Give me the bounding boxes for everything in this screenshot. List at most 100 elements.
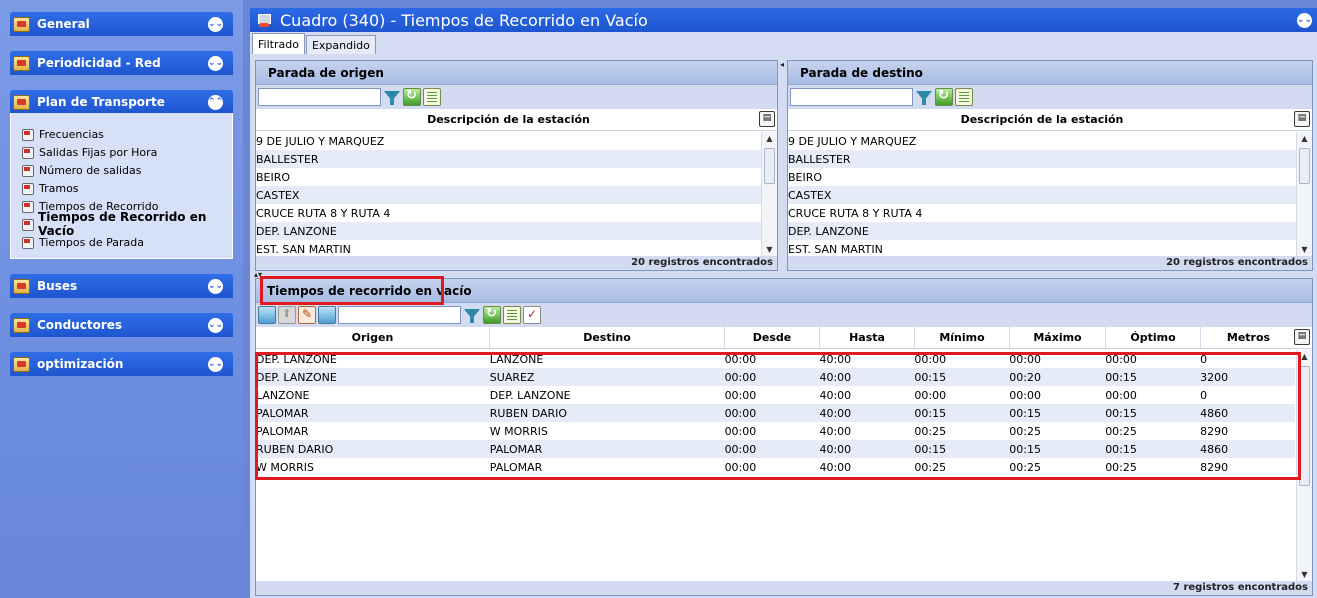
- table-row[interactable]: DEP. LANZONE SUAREZ 00:00 40:00 00:15 00:20 00…: [256, 368, 1295, 386]
- edit-record-icon[interactable]: [298, 306, 316, 324]
- duplicate-record-icon[interactable]: [318, 306, 336, 324]
- column-chooser-icon[interactable]: ▤: [1294, 111, 1310, 127]
- chevron-down-icon[interactable]: ⌄⌄: [208, 356, 223, 372]
- tab-filtrado[interactable]: Filtrado: [252, 33, 305, 54]
- origen-scrollbar[interactable]: ▲ ▼: [761, 132, 777, 257]
- column-header-descripcion[interactable]: Descripción de la estación: [788, 109, 1296, 130]
- section-label: Plan de Transporte: [37, 95, 165, 109]
- column-header-descripcion[interactable]: Descripción de la estación: [256, 109, 761, 130]
- list-item[interactable]: CRUCE RUTA 8 Y RUTA 4: [788, 204, 1296, 222]
- sidebar-item-salidas-fijas[interactable]: Salidas Fijas por Hora: [11, 143, 232, 161]
- desde-cell: 00:00: [724, 442, 757, 456]
- export-excel-icon[interactable]: [423, 88, 441, 106]
- column-header-desde[interactable]: Desde: [725, 327, 820, 348]
- sidebar-section-plan-transporte[interactable]: Plan de Transporte ⌃⌃: [10, 90, 233, 114]
- maximo-cell: 00:15: [1009, 406, 1041, 420]
- add-record-icon[interactable]: [258, 306, 276, 324]
- sidebar-section-conductores[interactable]: Conductores ⌄⌄: [10, 313, 233, 337]
- sidebar-item-frecuencias[interactable]: Frecuencias: [11, 125, 232, 143]
- table-row[interactable]: W MORRIS PALOMAR 00:00 40:00 00:25 00:25 00:25…: [256, 458, 1295, 476]
- table-row[interactable]: RUBEN DARIO PALOMAR 00:00 40:00 00:15 00:15 00…: [256, 440, 1295, 458]
- column-header-metros[interactable]: Metros: [1201, 327, 1296, 348]
- scroll-down-icon[interactable]: ▼: [762, 243, 777, 257]
- chevron-down-icon[interactable]: ⌄⌄: [208, 55, 223, 71]
- column-chooser-icon[interactable]: ▤: [759, 111, 775, 127]
- origen-grid-header: Descripción de la estación ▤: [256, 109, 777, 131]
- chevron-down-icon[interactable]: ⌄⌄: [208, 317, 223, 333]
- list-item[interactable]: BALLESTER: [256, 150, 761, 168]
- origen-record-count: 20 registros encontrados: [256, 256, 777, 270]
- list-item[interactable]: CASTEX: [788, 186, 1296, 204]
- refresh-icon[interactable]: [403, 88, 421, 106]
- chevron-down-icon[interactable]: ⌄⌄: [208, 16, 223, 32]
- move-up-icon[interactable]: [278, 306, 296, 324]
- list-item[interactable]: CRUCE RUTA 8 Y RUTA 4: [256, 204, 761, 222]
- column-header-maximo[interactable]: Máximo: [1010, 327, 1106, 348]
- chevron-down-icon[interactable]: ⌄⌄: [208, 278, 223, 294]
- desde-cell: 00:00: [724, 424, 757, 438]
- column-header-minimo[interactable]: Mínimo: [915, 327, 1010, 348]
- sidebar-item-numero-salidas[interactable]: Número de salidas: [11, 161, 232, 179]
- filter-icon[interactable]: [915, 88, 933, 106]
- scroll-down-icon[interactable]: ▼: [1297, 243, 1312, 257]
- column-chooser-icon[interactable]: ▤: [1294, 329, 1310, 345]
- sidebar-section-general[interactable]: General ⌄⌄: [10, 12, 233, 36]
- origen-search-input[interactable]: [258, 88, 381, 106]
- list-item[interactable]: BALLESTER: [788, 150, 1296, 168]
- export-excel-icon[interactable]: [503, 306, 521, 324]
- scroll-down-icon[interactable]: ▼: [1297, 568, 1312, 582]
- sidebar: General ⌄⌄ Periodicidad - Red ⌄⌄ Plan de…: [0, 0, 243, 598]
- sidebar-item-tiempos-recorrido-vacio[interactable]: Tiempos de Recorrido en Vacío: [11, 210, 232, 238]
- origen-cell: DEP. LANZONE: [256, 370, 337, 384]
- vertical-splitter[interactable]: [779, 60, 787, 271]
- list-item[interactable]: 9 DE JULIO Y MARQUEZ: [788, 132, 1296, 150]
- sidebar-section-periodicidad[interactable]: Periodicidad - Red ⌄⌄: [10, 51, 233, 75]
- maximo-cell: 00:20: [1009, 370, 1041, 384]
- destino-search-input[interactable]: [790, 88, 913, 106]
- filter-icon[interactable]: [383, 88, 401, 106]
- validate-icon[interactable]: [523, 306, 541, 324]
- minimo-cell: 00:15: [914, 442, 947, 456]
- chevron-down-icon[interactable]: ⌄⌄: [1297, 12, 1312, 28]
- metros-cell: 0: [1200, 352, 1208, 366]
- filter-icon[interactable]: [463, 306, 481, 324]
- column-header-destino[interactable]: Destino: [490, 327, 725, 348]
- scroll-up-icon[interactable]: ▲: [762, 132, 777, 146]
- station-name: CRUCE RUTA 8 Y RUTA 4: [256, 206, 391, 220]
- destino-scrollbar[interactable]: ▲ ▼: [1296, 132, 1312, 257]
- sidebar-section-buses[interactable]: Buses ⌄⌄: [10, 274, 233, 298]
- scroll-thumb[interactable]: [1299, 366, 1310, 486]
- refresh-icon[interactable]: [935, 88, 953, 106]
- optimo-cell: 00:15: [1105, 406, 1137, 420]
- column-header-hasta[interactable]: Hasta: [820, 327, 915, 348]
- desde-cell: 00:00: [724, 460, 757, 474]
- export-excel-icon[interactable]: [955, 88, 973, 106]
- scroll-up-icon[interactable]: ▲: [1297, 350, 1312, 364]
- list-item[interactable]: 9 DE JULIO Y MARQUEZ: [256, 132, 761, 150]
- list-item[interactable]: BEIRO: [256, 168, 761, 186]
- scroll-thumb[interactable]: [764, 148, 775, 184]
- refresh-icon[interactable]: [483, 306, 501, 324]
- column-header-origen[interactable]: Origen: [256, 327, 490, 348]
- column-header-optimo[interactable]: Óptimo: [1106, 327, 1201, 348]
- chevron-up-icon[interactable]: ⌃⌃: [208, 94, 223, 110]
- table-row[interactable]: LANZONE DEP. LANZONE 00:00 40:00 00:00 00:00 0…: [256, 386, 1295, 404]
- optimo-cell: 00:15: [1105, 370, 1137, 384]
- station-name: EST. SAN MARTIN: [788, 242, 883, 256]
- list-item[interactable]: DEP. LANZONE: [256, 222, 761, 240]
- sidebar-item-tramos[interactable]: Tramos: [11, 179, 232, 197]
- tiempos-scrollbar[interactable]: ▲ ▼: [1296, 350, 1312, 582]
- table-row[interactable]: PALOMAR W MORRIS 00:00 40:00 00:25 00:25 00:25…: [256, 422, 1295, 440]
- tab-expandido[interactable]: Expandido: [305, 35, 376, 54]
- scroll-up-icon[interactable]: ▲: [1297, 132, 1312, 146]
- tiempos-search-input[interactable]: [338, 306, 461, 324]
- buses-icon: [13, 278, 30, 294]
- list-item[interactable]: CASTEX: [256, 186, 761, 204]
- scroll-thumb[interactable]: [1299, 148, 1310, 184]
- optimo-cell: 00:25: [1105, 424, 1137, 438]
- table-row[interactable]: DEP. LANZONE LANZONE 00:00 40:00 00:00 00:00 0…: [256, 350, 1295, 368]
- list-item[interactable]: BEIRO: [788, 168, 1296, 186]
- table-row[interactable]: PALOMAR RUBEN DARIO 00:00 40:00 00:15 00:15 00…: [256, 404, 1295, 422]
- list-item[interactable]: DEP. LANZONE: [788, 222, 1296, 240]
- sidebar-section-optimizacion[interactable]: optimización ⌄⌄: [10, 352, 233, 376]
